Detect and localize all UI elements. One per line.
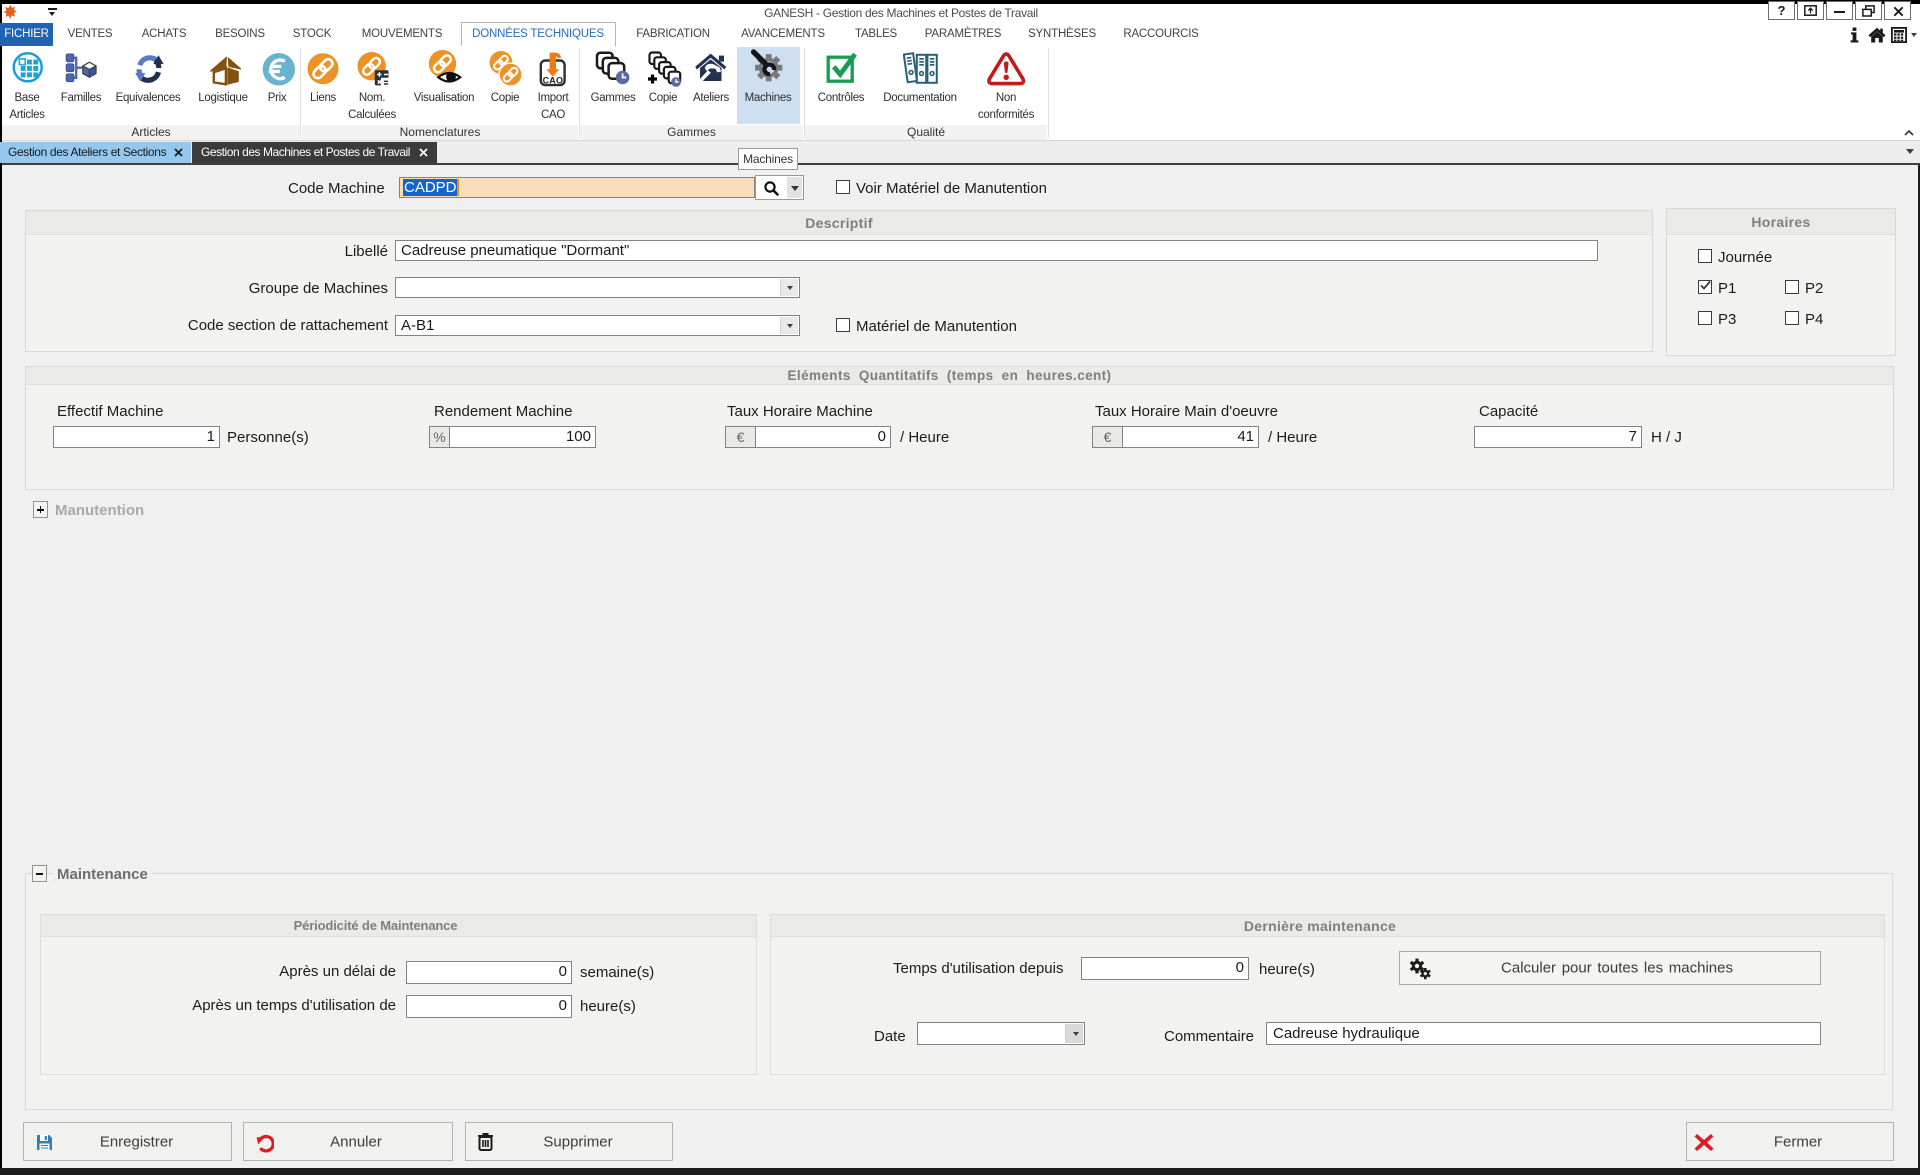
svg-text:CAO: CAO: [543, 76, 564, 86]
